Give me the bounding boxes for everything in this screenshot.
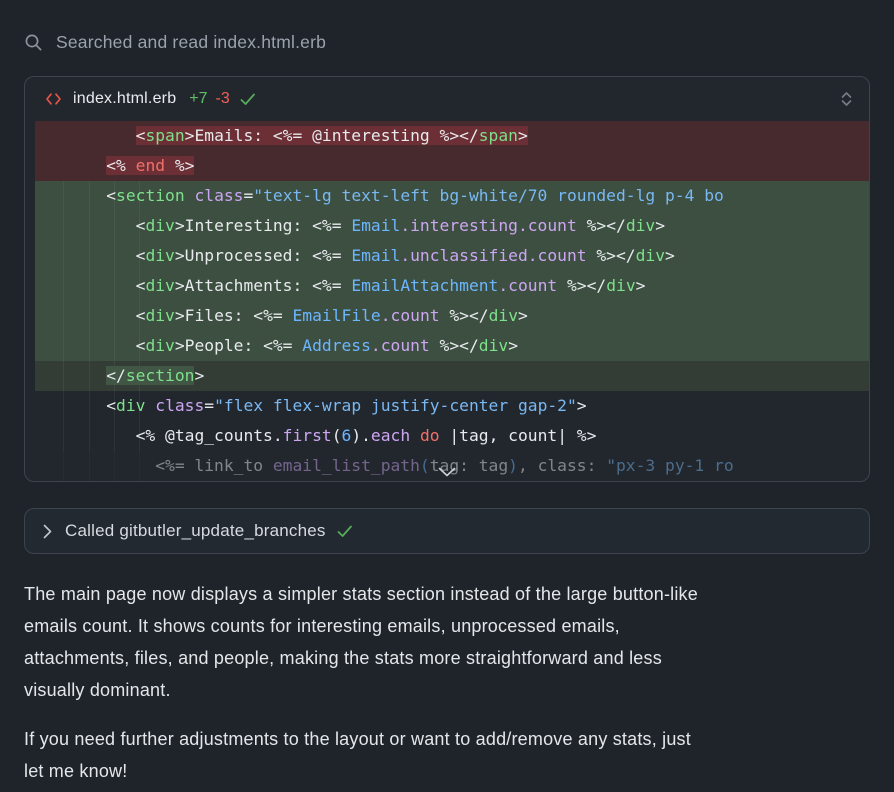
message-line: attachments, files, and people, making t… <box>24 642 870 674</box>
diff-filename: index.html.erb <box>73 90 176 108</box>
message-line: let me know! <box>24 755 870 787</box>
message-paragraph: The main page now displays a simpler sta… <box>24 578 870 706</box>
chevron-up-down-icon[interactable] <box>840 89 853 109</box>
check-icon <box>337 525 353 538</box>
code-icon <box>45 92 62 106</box>
chevron-down-icon <box>437 467 457 478</box>
expand-more-button[interactable] <box>434 465 460 479</box>
diff-card-header[interactable]: index.html.erb +7 -3 <box>25 77 869 121</box>
diff-line: </section> <box>35 361 870 391</box>
diff-line: <div class="flex flex-wrap justify-cente… <box>35 391 870 421</box>
status-row[interactable]: Searched and read index.html.erb <box>24 30 870 54</box>
diff-line: <% @tag_counts.first(6).each do |tag, co… <box>35 421 870 451</box>
diff-code: <span>Emails: <%= @interesting %></span>… <box>25 121 869 481</box>
message-paragraph: If you need further adjustments to the l… <box>24 723 870 787</box>
diff-line: <section class="text-lg text-left bg-whi… <box>35 181 870 211</box>
message-line: The main page now displays a simpler sta… <box>24 578 870 610</box>
diff-line: <div>Interesting: <%= Email.interesting.… <box>35 211 870 241</box>
diff-deletions: -3 <box>216 90 230 108</box>
message-line: If you need further adjustments to the l… <box>24 723 870 755</box>
diff-line: <div>Attachments: <%= EmailAttachment.co… <box>35 271 870 301</box>
diff-line: <div>Files: <%= EmailFile.count %></div> <box>35 301 870 331</box>
diff-card: index.html.erb +7 -3 <span>Emails: <%= @… <box>24 76 870 482</box>
status-text: Searched and read index.html.erb <box>56 32 326 53</box>
assistant-message: The main page now displays a simpler sta… <box>24 578 870 787</box>
message-line: visually dominant. <box>24 674 870 706</box>
diff-line: <span>Emails: <%= @interesting %></span> <box>35 121 870 151</box>
check-icon <box>240 93 256 106</box>
tool-call-row[interactable]: Called gitbutler_update_branches <box>24 508 870 554</box>
diff-line: <div>Unprocessed: <%= Email.unclassified… <box>35 241 870 271</box>
diff-line: <% end %> <box>35 151 870 181</box>
search-icon <box>24 33 43 52</box>
tool-call-label: Called gitbutler_update_branches <box>65 521 326 541</box>
diff-line: <div>People: <%= Address.count %></div> <box>35 331 870 361</box>
message-line: emails count. It shows counts for intere… <box>24 610 870 642</box>
chevron-right-icon <box>43 524 52 539</box>
diff-additions: +7 <box>189 90 207 108</box>
